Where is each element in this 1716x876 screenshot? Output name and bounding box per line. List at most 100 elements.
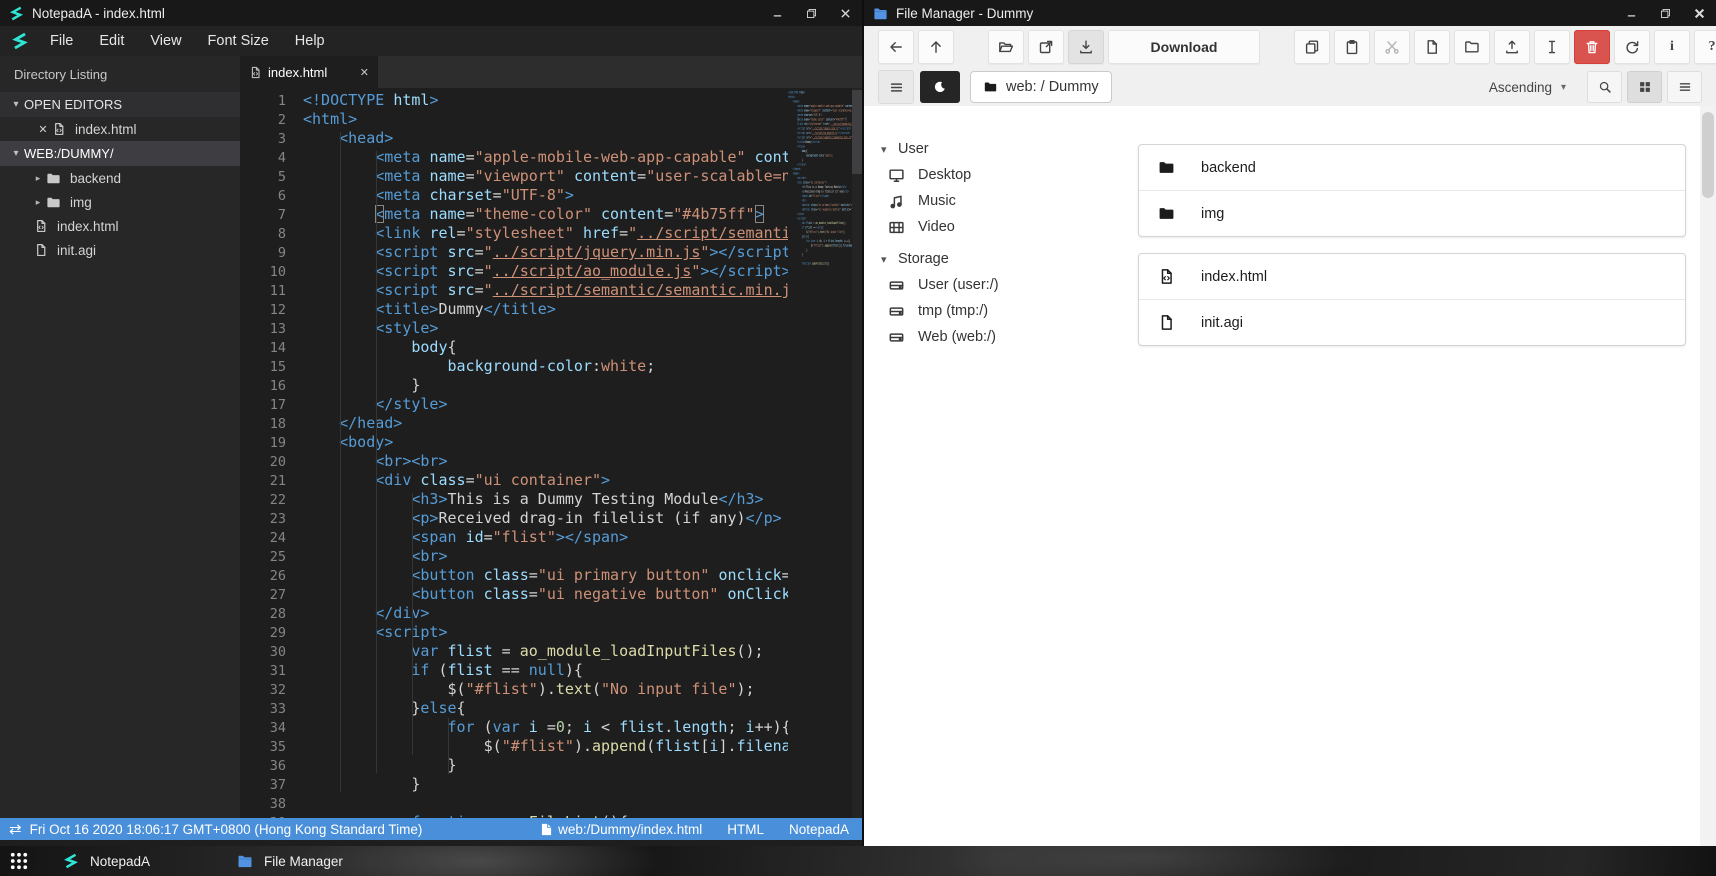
code-line-30[interactable]: 30 var flist = ao_module_loadInputFiles(… xyxy=(240,642,788,661)
code-line-1[interactable]: 1 <!DOCTYPE html> xyxy=(240,91,788,110)
code-line-37[interactable]: 37 } xyxy=(240,775,788,794)
code-line-5[interactable]: 5 <meta name="viewport" content="user-sc… xyxy=(240,167,788,186)
code-line-8[interactable]: 8 <link rel="stylesheet" href="../script… xyxy=(240,224,788,243)
statusbar-language[interactable]: HTML xyxy=(727,822,764,837)
sidebar-item-tmp-tmp[interactable]: tmp (tmp:/) xyxy=(864,298,1114,324)
code-line-25[interactable]: 25 <br> xyxy=(240,547,788,566)
minimize-button[interactable] xyxy=(760,0,794,26)
rename-button[interactable] xyxy=(1534,30,1570,64)
sidebar-section-storage[interactable]: ▾ Storage xyxy=(864,246,1114,272)
close-icon[interactable]: ✕ xyxy=(34,123,52,136)
tree-item-index-html[interactable]: ✕ index.html xyxy=(0,117,240,141)
code-line-32[interactable]: 32 $("#flist").text("No input file"); xyxy=(240,680,788,699)
new-file-button[interactable] xyxy=(1414,30,1450,64)
code-line-16[interactable]: 16 } xyxy=(240,376,788,395)
maximize-button[interactable] xyxy=(794,0,828,26)
menu-view[interactable]: View xyxy=(137,33,194,49)
sidebar-item-video[interactable]: Video xyxy=(864,214,1114,240)
search-button[interactable] xyxy=(1587,71,1622,103)
file-manager-titlebar[interactable]: File Manager - Dummy xyxy=(864,0,1716,26)
tree-item-img[interactable]: ▸ img xyxy=(0,190,240,214)
code-editor[interactable]: 1 <!DOCTYPE html> 2 <html> 3 <head> 4 <meta n… xyxy=(240,88,862,840)
file-manager-scrollbar-thumb[interactable] xyxy=(1702,112,1714,198)
sidebar-item-web-web[interactable]: Web (web:/) xyxy=(864,324,1114,350)
code-line-11[interactable]: 11 <script src="../script/semantic/seman… xyxy=(240,281,788,300)
file-row-backend[interactable]: backend xyxy=(1139,145,1685,190)
menu-font-size[interactable]: Font Size xyxy=(195,33,282,49)
maximize-button[interactable] xyxy=(1648,0,1682,26)
info-button[interactable]: i xyxy=(1654,30,1690,64)
code-line-35[interactable]: 35 $("#flist").append(flist[i].filename … xyxy=(240,737,788,756)
code-line-23[interactable]: 23 <p>Received drag-in filelist (if any)… xyxy=(240,509,788,528)
tab-index-html[interactable]: index.html ✕ xyxy=(240,56,378,88)
code-line-6[interactable]: 6 <meta charset="UTF-8"> xyxy=(240,186,788,205)
code-line-2[interactable]: 2 <html> xyxy=(240,110,788,129)
file-row-init-agi[interactable]: init.agi xyxy=(1139,299,1685,345)
code-line-33[interactable]: 33 }else{ xyxy=(240,699,788,718)
code-line-19[interactable]: 19 <body> xyxy=(240,433,788,452)
close-button[interactable] xyxy=(828,0,862,26)
statusbar-appname[interactable]: NotepadA xyxy=(789,822,849,837)
list-view-button[interactable] xyxy=(1667,71,1702,103)
code-line-4[interactable]: 4 <meta name="apple-mobile-web-app-capab… xyxy=(240,148,788,167)
code-line-38[interactable]: 38 xyxy=(240,794,788,813)
open-in-new-button[interactable] xyxy=(1028,30,1064,64)
help-button[interactable]: ? xyxy=(1694,30,1716,64)
editor-scrollbar-thumb[interactable] xyxy=(852,90,862,174)
taskbar-item-notepada[interactable]: NotepadA xyxy=(51,846,162,876)
code-line-10[interactable]: 10 <script src="../script/ao_module.js">… xyxy=(240,262,788,281)
code-line-22[interactable]: 22 <h3>This is a Dummy Testing Module</h… xyxy=(240,490,788,509)
tree-item-backend[interactable]: ▸ backend xyxy=(0,166,240,190)
menu-edit[interactable]: Edit xyxy=(86,33,137,49)
new-folder-button[interactable] xyxy=(1454,30,1490,64)
code-line-3[interactable]: 3 <head> xyxy=(240,129,788,148)
sidebar-section-user[interactable]: ▾ User xyxy=(864,136,1114,162)
sidebar-item-music[interactable]: Music xyxy=(864,188,1114,214)
statusbar-file[interactable]: web:/Dummy/index.html xyxy=(541,822,702,837)
code-line-7[interactable]: 7 <meta name="theme-color" content="#4b7… xyxy=(240,205,788,224)
tree-section-open-editors[interactable]: ▾ OPEN EDITORS xyxy=(0,92,240,117)
code-line-24[interactable]: 24 <span id="flist"></span> xyxy=(240,528,788,547)
code-line-36[interactable]: 36 } xyxy=(240,756,788,775)
code-line-17[interactable]: 17 </style> xyxy=(240,395,788,414)
taskbar-item-file-manager[interactable]: File Manager xyxy=(225,846,355,876)
tree-item-init-agi[interactable]: init.agi xyxy=(0,238,240,262)
menu-file[interactable]: File xyxy=(37,33,86,49)
paste-button[interactable] xyxy=(1334,30,1370,64)
tab-close-icon[interactable]: ✕ xyxy=(360,66,369,79)
refresh-button[interactable] xyxy=(1614,30,1650,64)
code-line-34[interactable]: 34 for (var i =0; i < flist.length; i++)… xyxy=(240,718,788,737)
download-button[interactable]: Download xyxy=(1108,30,1260,64)
file-row-img[interactable]: img xyxy=(1139,190,1685,236)
minimize-button[interactable] xyxy=(1614,0,1648,26)
code-line-13[interactable]: 13 <style> xyxy=(240,319,788,338)
editor-scrollbar[interactable] xyxy=(852,88,862,840)
code-line-27[interactable]: 27 <button class="ui negative button" on… xyxy=(240,585,788,604)
minimap[interactable]: <!DOCTYPE html> <html> <head> <meta name=… xyxy=(788,90,852,830)
code-line-15[interactable]: 15 background-color:white; xyxy=(240,357,788,376)
notepada-titlebar[interactable]: NotepadA - index.html xyxy=(0,0,862,26)
hamburger-menu-button[interactable] xyxy=(878,70,914,104)
code-line-31[interactable]: 31 if (flist == null){ xyxy=(240,661,788,680)
file-row-index-html[interactable]: index.html xyxy=(1139,254,1685,299)
sidebar-item-desktop[interactable]: Desktop xyxy=(864,162,1114,188)
upload-button[interactable] xyxy=(1494,30,1530,64)
grid-view-button[interactable] xyxy=(1627,71,1662,103)
up-button[interactable] xyxy=(918,30,954,64)
tree-item-index-html[interactable]: index.html xyxy=(0,214,240,238)
sort-dropdown[interactable]: Ascending ▾ xyxy=(1489,80,1566,95)
code-line-28[interactable]: 28 </div> xyxy=(240,604,788,623)
breadcrumb[interactable]: web: / Dummy xyxy=(970,71,1112,103)
close-button[interactable] xyxy=(1682,0,1716,26)
delete-button[interactable] xyxy=(1574,30,1610,64)
sidebar-item-user-user[interactable]: User (user:/) xyxy=(864,272,1114,298)
back-button[interactable] xyxy=(878,30,914,64)
code-line-9[interactable]: 9 <script src="../script/jquery.min.js">… xyxy=(240,243,788,262)
app-launcher-icon[interactable] xyxy=(9,851,29,871)
menu-help[interactable]: Help xyxy=(282,33,338,49)
code-line-12[interactable]: 12 <title>Dummy</title> xyxy=(240,300,788,319)
download-icon-button[interactable] xyxy=(1068,30,1104,64)
dark-mode-button[interactable] xyxy=(920,71,960,103)
code-line-29[interactable]: 29 <script> xyxy=(240,623,788,642)
copy-button[interactable] xyxy=(1294,30,1330,64)
